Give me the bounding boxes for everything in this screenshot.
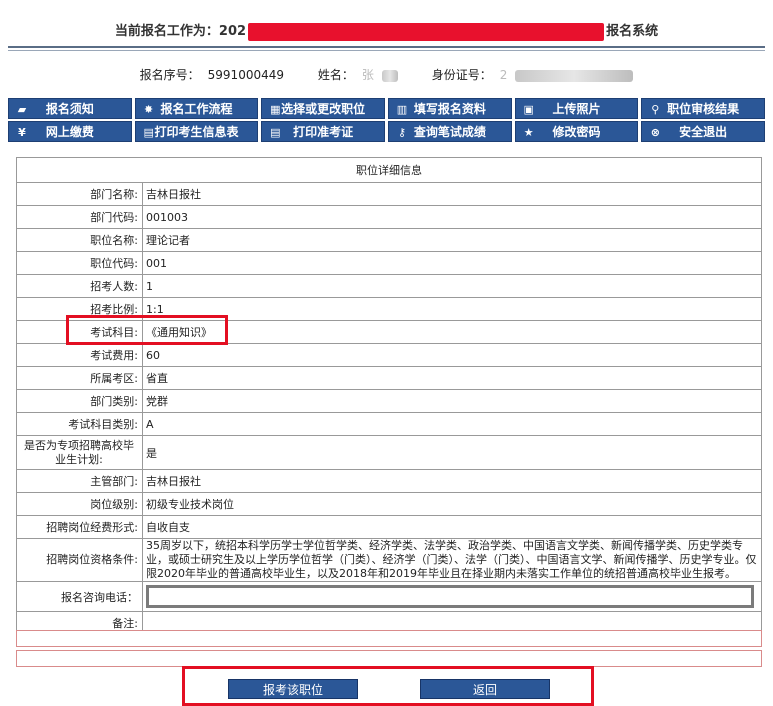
table-caption: 职位详细信息 <box>16 157 762 183</box>
nav-payment-button[interactable]: ¥ 网上缴费 <box>8 121 132 142</box>
nav-upload-photo-button[interactable]: ▣ 上传照片 <box>514 98 639 119</box>
name-value: 张 <box>361 68 374 82</box>
id-blur <box>515 69 634 82</box>
speech-bubble-icon: ▰ <box>17 102 27 116</box>
magnifier-icon: ⚲ <box>651 102 660 116</box>
title-suffix: 报名系统 <box>606 24 659 39</box>
table-row: 职位名称: 理论记者 <box>16 228 762 252</box>
nav-query-score-button[interactable]: ⚷ 查询笔试成绩 <box>387 121 512 142</box>
nav-review-result-button[interactable]: ⚲ 职位审核结果 <box>641 98 765 119</box>
table-row: 部门类别: 党群 <box>16 389 762 413</box>
page-title: 当前报名工作为：202 报名系统 <box>0 20 773 41</box>
name-label: 姓名： <box>317 68 354 82</box>
id-value: 2 <box>499 68 508 82</box>
table-row: 招考人数: 1 <box>16 274 762 298</box>
table-row: 部门代码: 001003 <box>16 205 762 229</box>
yen-icon: ¥ <box>18 125 26 139</box>
nav-logout-button[interactable]: ⊗ 安全退出 <box>641 121 765 142</box>
nav-notice-button[interactable]: ▰ 报名须知 <box>8 98 132 119</box>
table-row: 招考比例: 1:1 <box>16 297 762 321</box>
empty-row-strip <box>16 630 762 647</box>
exit-icon: ⊗ <box>650 125 660 139</box>
nav-fill-info-button[interactable]: ▥ 填写报名资料 <box>387 98 512 119</box>
book-icon: ▥ <box>396 102 408 116</box>
id-label: 身份证号： <box>431 68 492 82</box>
table-row: 考试科目: 《通用知识》 <box>16 320 762 344</box>
printer-icon: ▤ <box>270 125 281 139</box>
apply-position-button[interactable]: 报考该职位 <box>228 679 358 699</box>
sun-icon: ✸ <box>144 102 154 116</box>
redaction-bar <box>248 22 605 41</box>
header-divider <box>8 46 765 48</box>
title-prefix: 当前报名工作为：202 <box>114 24 247 39</box>
nav-change-password-button[interactable]: ★ 修改密码 <box>514 121 639 142</box>
table-row: 职位代码: 001 <box>16 251 762 275</box>
table-row: 主管部门: 吉林日报社 <box>16 469 762 493</box>
reg-no-label: 报名序号： <box>139 68 200 82</box>
star-icon: ★ <box>523 125 534 139</box>
windows-icon: ▦ <box>270 102 281 116</box>
main-nav: ▰ 报名须知 ✸ 报名工作流程 ▦ 选择或更改职位 ▥ 填写报名资料 ▣ 上传照片 ⚲ 职位… <box>8 98 765 142</box>
table-row: 所属考区: 省直 <box>16 366 762 390</box>
user-info: 报名序号： 5991000449 姓名： 张 身份证号： 2 <box>0 66 773 83</box>
position-detail-table: 职位详细信息 部门名称: 吉林日报社 部门代码: 001003 职位名称: 理论记者 … <box>16 157 762 635</box>
header-divider-thin <box>8 50 765 51</box>
nav-workflow-button[interactable]: ✸ 报名工作流程 <box>134 98 259 119</box>
empty-row-strip <box>16 650 762 667</box>
table-row: 报名咨询电话： <box>16 581 762 612</box>
reg-no-value: 5991000449 <box>207 68 285 82</box>
table-row: 是否为专项招聘高校毕业生计划: 是 <box>16 435 762 470</box>
table-row: 招聘岗位经费形式: 自收自支 <box>16 515 762 539</box>
nav-print-info-button[interactable]: ▤ 打印考生信息表 <box>134 121 259 142</box>
nav-print-admission-button[interactable]: ▤ 打印准考证 <box>261 121 385 142</box>
table-row: 考试费用: 60 <box>16 343 762 367</box>
consult-phone-field <box>146 585 754 608</box>
name-blur <box>381 69 398 82</box>
nav-select-position-button[interactable]: ▦ 选择或更改职位 <box>261 98 385 119</box>
picture-icon: ▣ <box>523 102 534 116</box>
back-button[interactable]: 返回 <box>420 679 550 699</box>
table-row: 招聘岗位资格条件: 35周岁以下，统招本科学历学士学位哲学类、经济学类、法学类、政… <box>16 538 762 582</box>
table-row: 岗位级别: 初级专业技术岗位 <box>16 492 762 516</box>
key-icon: ⚷ <box>397 125 407 139</box>
printer-icon: ▤ <box>143 125 154 139</box>
table-row: 考试科目类别: A <box>16 412 762 436</box>
table-row: 部门名称: 吉林日报社 <box>16 182 762 206</box>
